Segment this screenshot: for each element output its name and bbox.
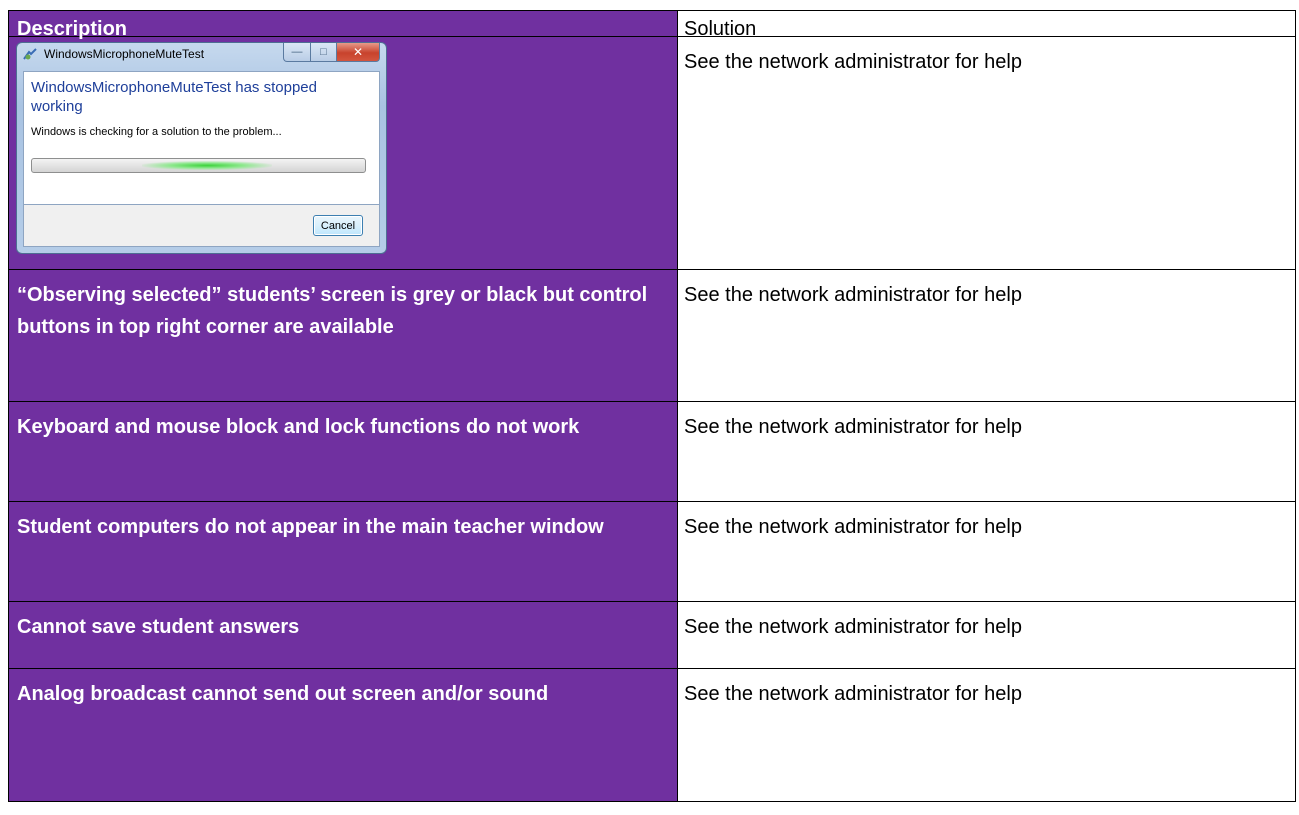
dialog-message: Windows is checking for a solution to th… — [31, 126, 282, 138]
solution-cell: See the network administrator for help — [677, 269, 1296, 402]
description-cell: WindowsMicrophoneMuteTest — □ ✕ WindowsM… — [8, 36, 678, 270]
header-description-cell: Description — [8, 10, 678, 40]
window-controls: — □ ✕ — [283, 43, 380, 62]
dialog-body: WindowsMicrophoneMuteTest has stopped wo… — [23, 71, 380, 205]
description-text: Student computers do not appear in the m… — [17, 516, 604, 538]
cancel-button[interactable]: Cancel — [313, 215, 363, 236]
header-description: Description — [17, 18, 128, 40]
error-dialog-screenshot: WindowsMicrophoneMuteTest — □ ✕ WindowsM… — [16, 42, 387, 254]
maximize-icon[interactable]: □ — [311, 43, 337, 62]
table-row: “Observing selected” students’ screen is… — [8, 269, 1296, 402]
close-icon[interactable]: ✕ — [337, 43, 380, 62]
dialog-heading: WindowsMicrophoneMuteTest has stopped wo… — [31, 79, 317, 115]
table-header-row: Description Solution — [8, 10, 1296, 40]
table-row: Cannot save student answers See the netw… — [8, 601, 1296, 669]
solution-text: See the network administrator for help — [684, 516, 1022, 538]
description-cell: Cannot save student answers — [8, 601, 678, 669]
solution-cell: See the network administrator for help — [677, 668, 1296, 802]
dialog-title: WindowsMicrophoneMuteTest — [44, 47, 205, 61]
description-cell: “Observing selected” students’ screen is… — [8, 269, 678, 402]
description-text: “Observing selected” students’ screen is… — [17, 284, 648, 338]
solution-cell: See the network administrator for help — [677, 501, 1296, 602]
solution-cell: See the network administrator for help — [677, 601, 1296, 669]
table-row: Analog broadcast cannot send out screen … — [8, 668, 1296, 802]
progress-bar — [31, 158, 366, 173]
dialog-titlebar: WindowsMicrophoneMuteTest — [23, 47, 204, 61]
minimize-icon[interactable]: — — [283, 43, 311, 62]
header-solution: Solution — [684, 18, 757, 40]
description-text: Analog broadcast cannot send out screen … — [17, 683, 549, 705]
solution-text: See the network administrator for help — [684, 683, 1022, 705]
description-cell: Keyboard and mouse block and lock functi… — [8, 401, 678, 502]
table-row: Student computers do not appear in the m… — [8, 501, 1296, 602]
progress-indicator — [142, 161, 272, 170]
solution-cell: See the network administrator for help — [677, 36, 1296, 270]
table-row: Keyboard and mouse block and lock functi… — [8, 401, 1296, 502]
description-text: Cannot save student answers — [17, 616, 300, 638]
description-cell: Analog broadcast cannot send out screen … — [8, 668, 678, 802]
solution-text: See the network administrator for help — [684, 616, 1022, 638]
dialog-footer: Cancel — [23, 205, 380, 247]
description-text: Keyboard and mouse block and lock functi… — [17, 416, 580, 438]
description-cell: Student computers do not appear in the m… — [8, 501, 678, 602]
solution-text: See the network administrator for help — [684, 416, 1022, 438]
troubleshooting-table: Description Solution WindowsMicrophoneMu… — [8, 10, 1296, 802]
solution-text: See the network administrator for help — [684, 284, 1022, 306]
header-solution-cell: Solution — [677, 10, 1296, 40]
solution-text: See the network administrator for help — [684, 51, 1022, 73]
solution-cell: See the network administrator for help — [677, 401, 1296, 502]
table-row: WindowsMicrophoneMuteTest — □ ✕ WindowsM… — [8, 36, 1296, 270]
app-icon — [23, 47, 38, 61]
